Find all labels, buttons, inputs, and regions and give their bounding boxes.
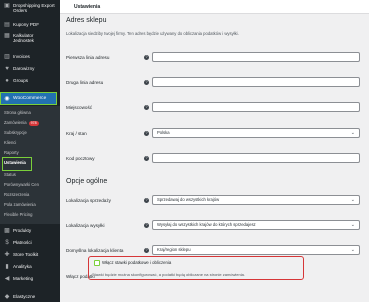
address-description: Lokalizacja siedziby twojej firmy. Ten a… [66,31,239,36]
help-icon[interactable]: ? [144,198,149,203]
enable-taxes-checkbox-label[interactable]: Włącz stawki podatkowe i obliczenia [102,260,171,265]
field-label-default-customer-location: Domyślna lokalizacja klienta [66,248,124,253]
address2-input[interactable] [152,77,360,87]
chevron-down-icon: ⌄ [350,197,355,203]
postcode-input[interactable] [152,153,360,163]
country-select[interactable]: Polska ⌄ [152,128,360,138]
chevron-down-icon: ⌄ [350,222,355,228]
field-label-address1: Pierwsza linia adresu [66,55,110,60]
chevron-down-icon: ⌄ [350,130,355,136]
sidebar-item-marketing[interactable]: ◀ Marketing [0,276,33,282]
sidebar-item-invoices[interactable]: ▥ Invoices [0,54,30,60]
admin-sidebar: ▣ Dropshipping Export Orders ▤ Kupony PD… [0,0,60,302]
coupon-icon: ▤ [4,22,10,28]
submenu-pola-zamowienia[interactable]: Pola zamówienia [4,202,36,207]
product-icon: ▩ [4,228,10,234]
sidebar-item-darowizny[interactable]: ♥ Darowizny [0,66,34,72]
analytics-icon: ▮ [5,264,9,270]
sidebar-item-analityka[interactable]: ▮ Analityka [0,264,31,270]
woocommerce-icon: ◉ [4,95,10,102]
default-customer-location-select[interactable]: Kraj/region sklepu ⌄ [152,245,360,255]
submenu-klienci[interactable]: Klienci [4,140,16,145]
submenu-flexible-pricing[interactable]: Flexible Pricing [4,212,32,217]
submenu-strona-glowna[interactable]: Strona główna [4,110,31,115]
address1-input[interactable] [152,52,360,62]
help-icon[interactable]: ? [144,223,149,228]
sidebar-item-kalkulator[interactable]: ▦ Kalkulator Jednostek [0,33,43,43]
enable-taxes-description: Stawki będzie można skonfigurować, a pod… [92,272,245,277]
megaphone-icon: ◀ [4,276,10,282]
sidebar-item-platnosci[interactable]: $ Płatności [0,240,31,246]
app-window: ▣ Dropshipping Export Orders ▤ Kupony PD… [0,0,369,302]
field-label-selling-location: Lokalizacja sprzedaży [66,198,111,203]
help-icon[interactable]: ? [144,248,149,253]
groups-icon: ● [5,78,9,84]
field-label-postcode: Kod pocztowy [66,156,95,161]
submenu-raporty[interactable]: Raporty [4,150,19,155]
submenu-rozszerzenia[interactable]: Rozszerzenia [4,192,29,197]
shipping-location-select[interactable]: Wysyłaj do wszystkich krajów do których … [152,220,360,230]
submenu-subskrypcje[interactable]: Subskrypcje [4,130,27,135]
invoice-icon: ▥ [4,54,10,60]
flex-icon: ◆ [4,294,10,300]
selling-location-select[interactable]: Sprzedawaj do wszystkich krajów ⌄ [152,195,360,205]
sidebar-item-kupony-pdf[interactable]: ▤ Kupony PDF [0,22,39,28]
city-input[interactable] [152,102,360,112]
enable-taxes-checkbox[interactable] [94,260,100,266]
help-icon[interactable]: ? [144,55,149,60]
calculator-icon: ▦ [4,33,10,39]
page-header: Ustawienia [60,0,369,14]
submenu-porownywarki-cen[interactable]: Porównywarki Cen [4,182,39,187]
sidebar-item-store-toolkit[interactable]: ✚ Store Toolkit [0,252,38,258]
field-label-country: Kraj / stan [66,131,87,136]
help-icon[interactable]: ? [144,105,149,110]
ustawienia-highlight [2,157,32,171]
submenu-zamowienia[interactable]: Zamówienia 978 [4,120,39,126]
help-icon[interactable]: ? [144,156,149,161]
orders-count-badge: 978 [28,121,39,126]
payments-icon: $ [5,240,9,246]
field-label-city: Miejscowość [66,105,93,110]
sidebar-item-elastyczne[interactable]: ◆ Elastyczne [0,294,36,300]
general-heading: Opcje ogólne [66,178,108,185]
toolkit-icon: ✚ [4,252,10,258]
sidebar-item-dropshipping[interactable]: ▣ Dropshipping Export Orders [0,3,60,13]
submenu-status[interactable]: Status [4,172,16,177]
sidebar-item-produkty[interactable]: ▩ Produkty [0,228,31,234]
sidebar-item-woocommerce[interactable]: ◉ WooCommerce [0,92,57,105]
help-icon[interactable]: ? [144,131,149,136]
field-label-address2: Druga linia adresu [66,80,104,85]
chevron-down-icon: ⌄ [350,247,355,253]
field-label-shipping-location: Lokalizacja wysyłki [66,223,105,228]
box-icon: ▣ [4,3,10,9]
page-title: Ustawienia [74,4,101,10]
address-heading: Adres sklepu [66,17,107,24]
sidebar-item-groups[interactable]: ● Groups [0,78,28,84]
heart-icon: ♥ [5,66,9,72]
help-icon[interactable]: ? [144,80,149,85]
